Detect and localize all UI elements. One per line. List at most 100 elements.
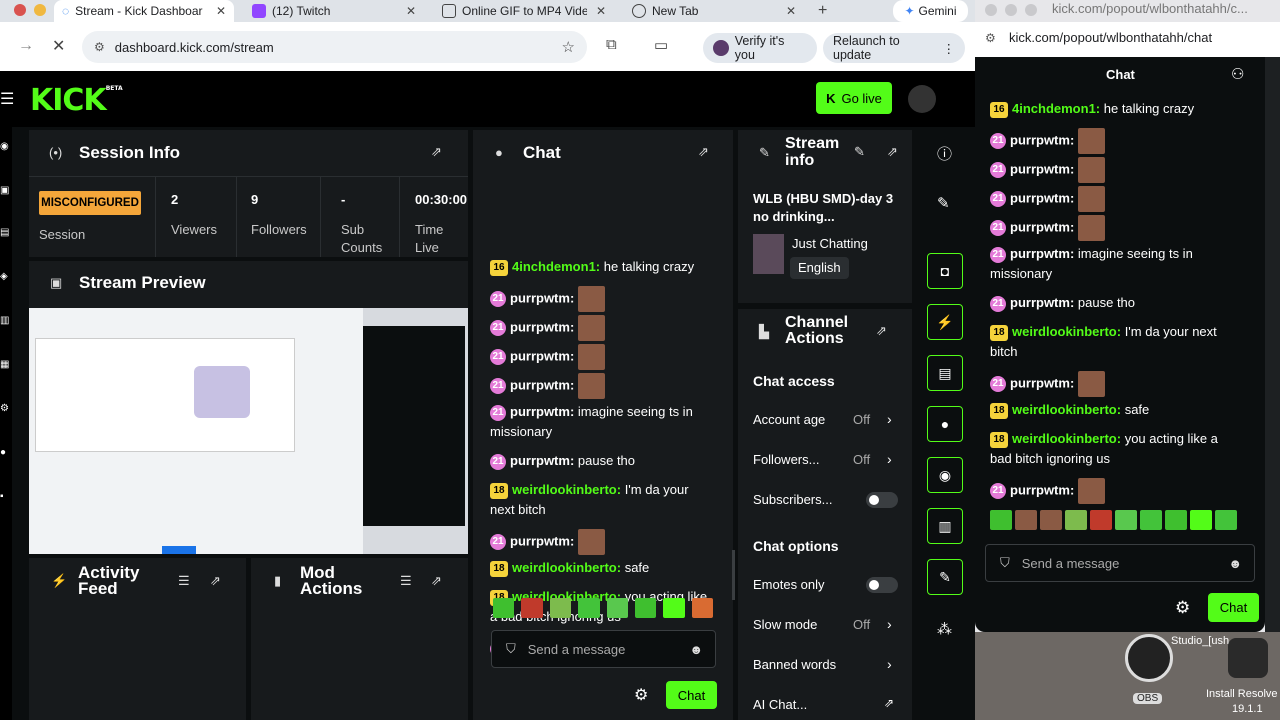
raid-button[interactable]: ⚡ [927, 304, 963, 340]
chat-username[interactable]: purrpwtm: [510, 319, 574, 334]
chat-username[interactable]: purrpwtm: [510, 348, 574, 363]
external-link-icon[interactable]: ⇗ [884, 696, 894, 710]
slow-mode-label[interactable]: Slow mode [753, 617, 817, 632]
ai-chat-label[interactable]: AI Chat... [753, 697, 807, 712]
close-window-button[interactable] [985, 4, 997, 16]
chat-username[interactable]: purrpwtm: [1010, 161, 1074, 176]
nav-more-icon[interactable]: ▪ [0, 491, 4, 502]
emote-icon[interactable] [1215, 510, 1237, 530]
popout-send-button[interactable]: Chat [1208, 593, 1259, 622]
broadcast-button[interactable]: ◉ [927, 457, 963, 493]
edit-pencil-icon[interactable]: ✎ [854, 144, 865, 160]
tab-new-tab[interactable]: New Tab ✕ [624, 0, 804, 22]
extensions-icon[interactable]: ⧉ [606, 36, 617, 53]
popout-icon[interactable]: ⇗ [887, 144, 898, 160]
emote-icon[interactable] [691, 598, 713, 618]
chat-username[interactable]: purrpwtm: [510, 377, 574, 392]
nav-moderation-icon[interactable]: ◈ [0, 271, 8, 282]
chat-username[interactable]: purrpwtm: [510, 453, 574, 468]
user-avatar[interactable] [908, 85, 936, 113]
obs-app-icon[interactable] [1125, 634, 1173, 682]
edit-icon[interactable]: ✎ [937, 194, 950, 212]
popout-icon[interactable]: ⇗ [876, 323, 887, 339]
emote-icon[interactable] [549, 598, 572, 618]
close-window-button[interactable] [14, 4, 26, 16]
nav-dashboard-icon[interactable]: ▣ [0, 185, 9, 196]
close-tab-icon[interactable]: ✕ [216, 4, 226, 18]
chevron-right-icon[interactable]: › [887, 656, 892, 672]
emotes-only-toggle[interactable] [866, 577, 898, 593]
chevron-right-icon[interactable]: › [887, 411, 892, 427]
minimize-window-button[interactable] [34, 4, 46, 16]
chat-username[interactable]: purrpwtm: [1010, 132, 1074, 147]
maximize-window-button[interactable] [1025, 4, 1037, 16]
info-icon[interactable]: ⓘ [937, 143, 952, 164]
close-tab-icon[interactable]: ✕ [596, 4, 606, 18]
emote-icon[interactable] [1090, 510, 1112, 530]
chat-username[interactable]: purrpwtm: [510, 290, 574, 305]
emote-icon[interactable] [1190, 510, 1212, 530]
chat-scrollbar[interactable] [732, 550, 735, 600]
emote-icon[interactable] [521, 598, 543, 618]
address-bar[interactable]: ⚙ dashboard.kick.com/stream ☆ [82, 31, 587, 63]
go-live-button[interactable]: K Go live [816, 82, 892, 114]
nav-content-icon[interactable]: ▥ [0, 315, 9, 326]
close-tab-icon[interactable]: ✕ [786, 4, 796, 18]
menu-icon[interactable]: ☰ [0, 89, 14, 109]
account-age-label[interactable]: Account age [753, 412, 825, 427]
users-settings-icon[interactable]: ⚇ [1231, 65, 1244, 83]
emote-icon[interactable] [578, 598, 600, 618]
forward-icon[interactable]: → [18, 37, 34, 55]
chat-username[interactable]: 4inchdemon1: [512, 259, 600, 274]
followers-only-label[interactable]: Followers... [753, 452, 819, 467]
chat-username[interactable]: weirdlookinberto: [1012, 402, 1121, 417]
chat-username[interactable]: weirdlookinberto: [512, 482, 621, 497]
chat-username[interactable]: purrpwtm: [1010, 190, 1074, 205]
chat-settings-icon[interactable]: ⚙ [634, 685, 648, 705]
chat-username[interactable]: weirdlookinberto: [1012, 431, 1121, 446]
notes-button[interactable]: ▤ [927, 355, 963, 391]
emote-icon[interactable] [1065, 510, 1087, 530]
popout-icon[interactable]: ⇗ [431, 144, 442, 160]
popout-icon[interactable]: ⇗ [698, 144, 709, 160]
chat-username[interactable]: purrpwtm: [1010, 295, 1074, 310]
nav-stream-icon[interactable]: ◉ [0, 141, 9, 152]
new-tab-button[interactable]: + [818, 2, 827, 20]
emote-icon[interactable] [1140, 510, 1162, 530]
chat-username[interactable]: 4inchdemon1: [1012, 101, 1100, 116]
nav-analytics-icon[interactable]: ▦ [0, 359, 9, 370]
nav-profile-icon[interactable]: ▤ [0, 227, 9, 238]
stream-preview-video[interactable] [29, 308, 468, 554]
bookmark-star-icon[interactable]: ☆ [562, 38, 575, 56]
emote-icon[interactable] [1115, 510, 1137, 530]
tab-gif-to-mp4[interactable]: Online GIF to MP4 Video ✕ [434, 0, 614, 22]
kick-logo[interactable]: KICKBETA [30, 83, 123, 118]
tab-twitch[interactable]: (12) Twitch ✕ [244, 0, 424, 22]
emoji-icon[interactable]: ☻ [1228, 556, 1242, 571]
site-info-icon[interactable]: ⚙ [985, 31, 996, 45]
nav-community-icon[interactable]: ● [0, 447, 6, 458]
site-info-icon[interactable]: ⚙ [94, 40, 105, 54]
layout-button[interactable]: ▥ [927, 508, 963, 544]
nav-settings-icon[interactable]: ⚙ [0, 403, 9, 414]
chat-username[interactable]: purrpwtm: [1010, 246, 1074, 261]
chat-username[interactable]: purrpwtm: [510, 404, 574, 419]
relaunch-button[interactable]: Relaunch to update ⋮ [823, 33, 965, 63]
tools-button[interactable]: ✎ [927, 559, 963, 595]
emoji-icon[interactable]: ☻ [689, 642, 703, 657]
screenshot-button[interactable]: ◘ [927, 253, 963, 289]
filter-icon[interactable]: ☰ [400, 573, 412, 589]
emote-icon[interactable] [606, 598, 628, 618]
chat-username[interactable]: purrpwtm: [510, 533, 574, 548]
chat-username[interactable]: purrpwtm: [1010, 219, 1074, 234]
emote-icon[interactable] [1165, 510, 1187, 530]
subscribers-toggle[interactable] [866, 492, 898, 508]
emote-icon[interactable] [1040, 510, 1062, 530]
popout-chat-input[interactable]: ⛉ Send a message ☻ [985, 544, 1255, 582]
resolve-app-icon[interactable] [1228, 638, 1268, 678]
verify-button[interactable]: Verify it's you [703, 33, 817, 63]
cast-icon[interactable]: ▭ [654, 36, 668, 54]
tab-kick-dashboard[interactable]: ◌ Stream - Kick Dashboar ✕ [54, 0, 234, 22]
emote-icon[interactable] [634, 598, 657, 618]
menu-dots-icon[interactable]: ⋮ [943, 41, 956, 56]
